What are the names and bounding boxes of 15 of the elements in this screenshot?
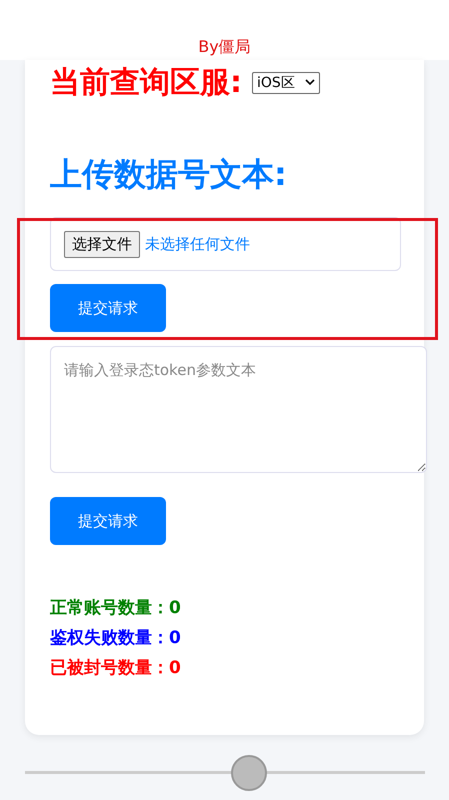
token-field[interactable]: 请输入登录态token参数文本	[50, 346, 427, 473]
file-status: 未选择任何文件	[145, 234, 250, 254]
stat-line: 正常账号数量：0	[50, 597, 182, 620]
stat-line: 已被封号数量：0	[50, 657, 182, 680]
slider-thumb[interactable]	[231, 755, 267, 791]
chevron-icon	[304, 79, 315, 86]
upload-heading: 上传数据号文本:	[50, 154, 288, 195]
region-select[interactable]: iOS区	[252, 72, 320, 94]
submit-button[interactable]: 提交请求	[50, 284, 166, 332]
author-label: By僵局	[198, 37, 251, 58]
choose-file-button[interactable]: 选择文件	[64, 230, 140, 258]
region-heading: 当前查询区服:	[50, 64, 242, 102]
file-input[interactable]: 选择文件 未选择任何文件	[50, 217, 401, 271]
stat-line: 鉴权失败数量：0	[50, 627, 182, 650]
submit-button[interactable]: 提交请求	[50, 497, 166, 545]
